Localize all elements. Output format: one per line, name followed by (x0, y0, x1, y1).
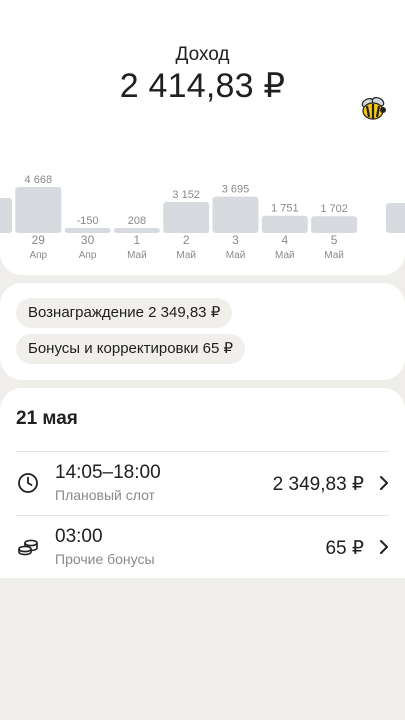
item-time: 14:05–18:00 (55, 462, 161, 483)
bee-icon[interactable] (359, 96, 387, 122)
summary-card: Вознаграждение 2 349,83 ₽ Бонусы и корре… (0, 283, 405, 380)
bar-day-label: 4 (281, 233, 288, 247)
chart-bar[interactable] (0, 198, 12, 233)
chart-bar[interactable] (311, 216, 358, 233)
bar-day-label: 1 (134, 233, 141, 247)
bar-day-label: 2 (183, 233, 190, 247)
earnings-chart[interactable]: 478пр4 66829Апр-15030Апр2081Май3 1522Май… (0, 160, 405, 270)
bonuses-chip[interactable]: Бонусы и корректировки 65 ₽ (16, 334, 246, 364)
chevron-right-icon (380, 476, 388, 490)
bar-month-label: Май (176, 250, 196, 261)
item-time: 03:00 (55, 526, 103, 547)
bar-value-label: 208 (128, 215, 146, 227)
bar-value-label: 3 152 (172, 189, 200, 201)
bar-value-label: 3 695 (222, 184, 250, 196)
bar-month-label: Май (127, 250, 147, 261)
date-header: 21 мая (16, 408, 78, 429)
income-total: 2 414,83 ₽ (119, 67, 286, 105)
chart-bar-partial[interactable] (386, 203, 405, 233)
income-card: Доход 2 414,83 ₽ 478пр4 66829Апр-15030Ап… (0, 0, 405, 275)
bar-month-label: Май (275, 250, 295, 261)
bar-value-label: 1 751 (271, 203, 299, 215)
bar-month-label: Май (324, 250, 344, 261)
chart-bar[interactable] (163, 201, 210, 233)
chart-bar[interactable] (261, 215, 308, 233)
bar-month-label: Май (226, 250, 246, 261)
bar-value-label: 1 702 (320, 203, 348, 215)
income-title: Доход (175, 44, 230, 65)
item-amount: 2 349,83 ₽ (272, 474, 364, 495)
bar-day-label: 5 (331, 233, 338, 247)
item-amount: 65 ₽ (325, 538, 364, 559)
item-subtitle: Прочие бонусы (55, 551, 155, 567)
item-subtitle: Плановый слот (55, 487, 155, 503)
bar-value-label: -150 (77, 215, 99, 227)
chart-bar[interactable] (15, 187, 62, 233)
bar-day-label: 3 (232, 233, 239, 247)
chevron-right-icon (380, 540, 388, 554)
day-details-card: 21 мая 14:05–18:00 Плановый слот 2 349,8… (0, 388, 405, 578)
bar-value-label: 4 668 (25, 174, 53, 186)
coins-icon (18, 539, 38, 556)
reward-chip[interactable]: Вознаграждение 2 349,83 ₽ (16, 298, 233, 328)
clock-icon (18, 473, 38, 493)
bar-day-label: 29 (32, 233, 46, 247)
chart-bar[interactable] (212, 196, 259, 233)
bar-month-label: Апр (79, 250, 97, 261)
bar-day-label: 30 (81, 233, 95, 247)
list-item-slot[interactable]: 14:05–18:00 Плановый слот 2 349,83 ₽ (0, 451, 405, 515)
list-item-bonus[interactable]: 03:00 Прочие бонусы 65 ₽ (0, 515, 405, 579)
bar-month-label: Апр (29, 250, 47, 261)
